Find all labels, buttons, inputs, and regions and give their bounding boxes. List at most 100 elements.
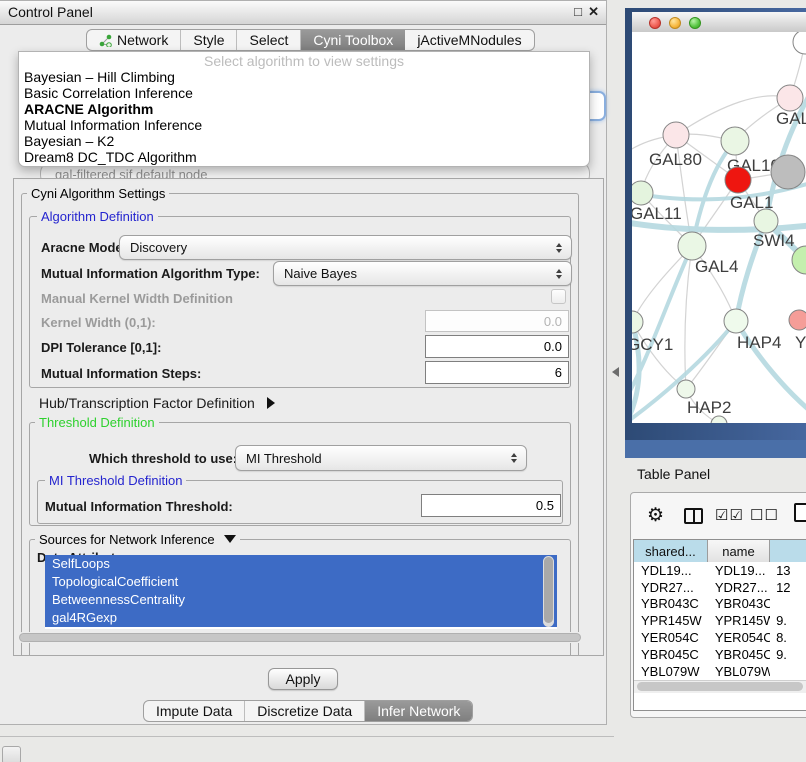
sources-title-row[interactable]: Sources for Network Inference: [35, 532, 240, 547]
algorithm-option[interactable]: Mutual Information Inference: [19, 117, 589, 133]
network-node[interactable]: [677, 380, 695, 398]
select-all-icon[interactable]: ☑☑: [715, 506, 744, 524]
table-cell: 9.: [770, 647, 806, 662]
table-cell: YBR045C: [634, 647, 708, 662]
tab-impute-data[interactable]: Impute Data: [144, 701, 245, 721]
data-attributes-list[interactable]: SelfLoopsTopologicalCoefficientBetweenne…: [45, 555, 557, 629]
gear-icon[interactable]: ⚙: [647, 504, 664, 527]
network-view-window: GALGAL80GAL10GAL1GAL11SWI4GAL4GCY1HAP4YH…: [625, 8, 806, 440]
table-row[interactable]: YBL079WYBL079W: [634, 663, 806, 680]
tab-network[interactable]: Network: [87, 30, 181, 50]
dpi-tolerance-field[interactable]: 0.0: [425, 335, 569, 358]
data-attribute-item[interactable]: TopologicalCoefficient: [45, 573, 557, 591]
tab-jactivemnodules[interactable]: jActiveMNodules: [405, 30, 533, 50]
network-node[interactable]: [632, 181, 653, 205]
close-window-icon[interactable]: ✕: [588, 4, 599, 20]
network-node[interactable]: [721, 127, 749, 155]
algorithm-option[interactable]: Bayesian – K2: [19, 133, 589, 149]
attributes-scrollbar[interactable]: [543, 556, 554, 627]
spinner-arrows-icon: [556, 269, 562, 279]
minimize-traffic-light-icon[interactable]: [669, 17, 681, 29]
control-panel-window: Control Panel □ ✕ Network Style Select C…: [0, 0, 607, 725]
panel-collapse-arrow[interactable]: [612, 367, 619, 377]
table-horizontal-scrollbar[interactable]: [634, 680, 806, 693]
algorithm-option[interactable]: ARACNE Algorithm: [19, 101, 589, 117]
threshold-definition-title: Threshold Definition: [35, 415, 159, 430]
mi-algorithm-type-combo[interactable]: Naive Bayes: [273, 261, 572, 286]
split-columns-icon[interactable]: [684, 508, 703, 524]
manual-kernel-width-label: Manual Kernel Width Definition: [41, 291, 233, 306]
table-row[interactable]: YBR045CYBR045C9.: [634, 646, 806, 663]
expand-arrow-icon[interactable]: [267, 397, 275, 409]
deselect-all-icon[interactable]: ☐☐: [750, 506, 779, 524]
spinner-arrows-icon: [511, 453, 517, 463]
network-node[interactable]: [754, 209, 778, 233]
network-node[interactable]: [678, 232, 706, 260]
network-node-label: SWI4: [753, 231, 795, 250]
horizontal-scrollbar[interactable]: [17, 632, 585, 643]
table-row[interactable]: YBR043CYBR043C: [634, 596, 806, 613]
network-node[interactable]: [725, 167, 751, 193]
apply-button[interactable]: Apply: [268, 668, 338, 690]
dpi-tolerance-label: DPI Tolerance [0,1]:: [41, 340, 161, 355]
tab-label: jActiveMNodules: [417, 32, 521, 48]
network-node[interactable]: [789, 310, 806, 330]
network-node[interactable]: [793, 32, 806, 54]
mi-steps-field[interactable]: 6: [425, 361, 569, 384]
table-cell: YDL19...: [634, 563, 708, 578]
sources-title: Sources for Network Inference: [39, 532, 215, 547]
manual-kernel-width-checkbox[interactable]: [551, 289, 566, 304]
tab-style[interactable]: Style: [181, 30, 237, 50]
network-node[interactable]: [632, 311, 643, 333]
scrollbar-thumb[interactable]: [637, 682, 803, 691]
minimized-panel-button[interactable]: [2, 746, 21, 762]
tab-cyni-toolbox[interactable]: Cyni Toolbox: [301, 30, 405, 50]
network-node-label: HAP4: [737, 333, 781, 352]
network-window-titlebar[interactable]: [632, 12, 806, 33]
mi-threshold-field[interactable]: 0.5: [421, 494, 561, 517]
close-traffic-light-icon[interactable]: [649, 17, 661, 29]
mi-steps-label: Mutual Information Steps:: [41, 366, 201, 381]
aracne-mode-value: Discovery: [130, 240, 187, 255]
network-node-label: HAP2: [687, 398, 731, 417]
control-panel-tabbar: Network Style Select Cyni Toolbox jActiv…: [86, 29, 535, 51]
zoom-traffic-light-icon[interactable]: [689, 17, 701, 29]
algorithm-dropdown-hint: Select algorithm to view settings: [19, 52, 589, 69]
float-window-icon[interactable]: □: [574, 4, 582, 19]
hub-tf-definition-row[interactable]: Hub/Transcription Factor Definition: [39, 395, 275, 411]
scrollbar-thumb[interactable]: [19, 633, 581, 642]
tab-select[interactable]: Select: [237, 30, 301, 50]
data-attribute-item[interactable]: gal4RGexp: [45, 609, 557, 627]
table-panel-title: Table Panel: [637, 466, 710, 482]
column-header-shared-name[interactable]: shared...: [634, 540, 708, 562]
column-header-name[interactable]: name: [708, 540, 770, 562]
data-attribute-item[interactable]: BetweennessCentrality: [45, 591, 557, 609]
table-row[interactable]: YDL19...YDL19...13: [634, 562, 806, 579]
network-node[interactable]: [711, 416, 727, 423]
which-threshold-combo[interactable]: MI Threshold: [235, 445, 527, 471]
tab-label: Cyni Toolbox: [313, 32, 393, 48]
network-node[interactable]: [771, 155, 805, 189]
column-header-partial[interactable]: [770, 540, 806, 562]
network-canvas[interactable]: GALGAL80GAL10GAL1GAL11SWI4GAL4GCY1HAP4YH…: [632, 32, 806, 423]
algorithm-option[interactable]: Dream8 DC_TDC Algorithm: [19, 149, 589, 165]
table-row[interactable]: YER054CYER054C8.: [634, 629, 806, 646]
table-row[interactable]: YDR27...YDR27...12: [634, 579, 806, 596]
kernel-width-field[interactable]: 0.0: [425, 310, 569, 332]
new-table-icon[interactable]: [794, 503, 806, 522]
algorithm-option[interactable]: Bayesian – Hill Climbing: [19, 69, 589, 85]
table-cell: YBR043C: [708, 596, 770, 611]
aracne-mode-combo[interactable]: Discovery: [119, 235, 572, 260]
scrollbar-thumb[interactable]: [544, 557, 553, 623]
collapse-arrow-icon[interactable]: [224, 535, 236, 543]
data-attribute-item[interactable]: SelfLoops: [45, 555, 557, 573]
algorithm-option[interactable]: Basic Correlation Inference: [19, 85, 589, 101]
table-row[interactable]: YPR145WYPR145W9.: [634, 612, 806, 629]
tab-discretize-data[interactable]: Discretize Data: [245, 701, 365, 721]
table-cell: YDR27...: [708, 580, 770, 595]
network-node[interactable]: [663, 122, 689, 148]
table-cell: 8.: [770, 630, 806, 645]
network-node[interactable]: [724, 309, 748, 333]
network-node[interactable]: [777, 85, 803, 111]
tab-infer-network[interactable]: Infer Network: [365, 701, 472, 721]
